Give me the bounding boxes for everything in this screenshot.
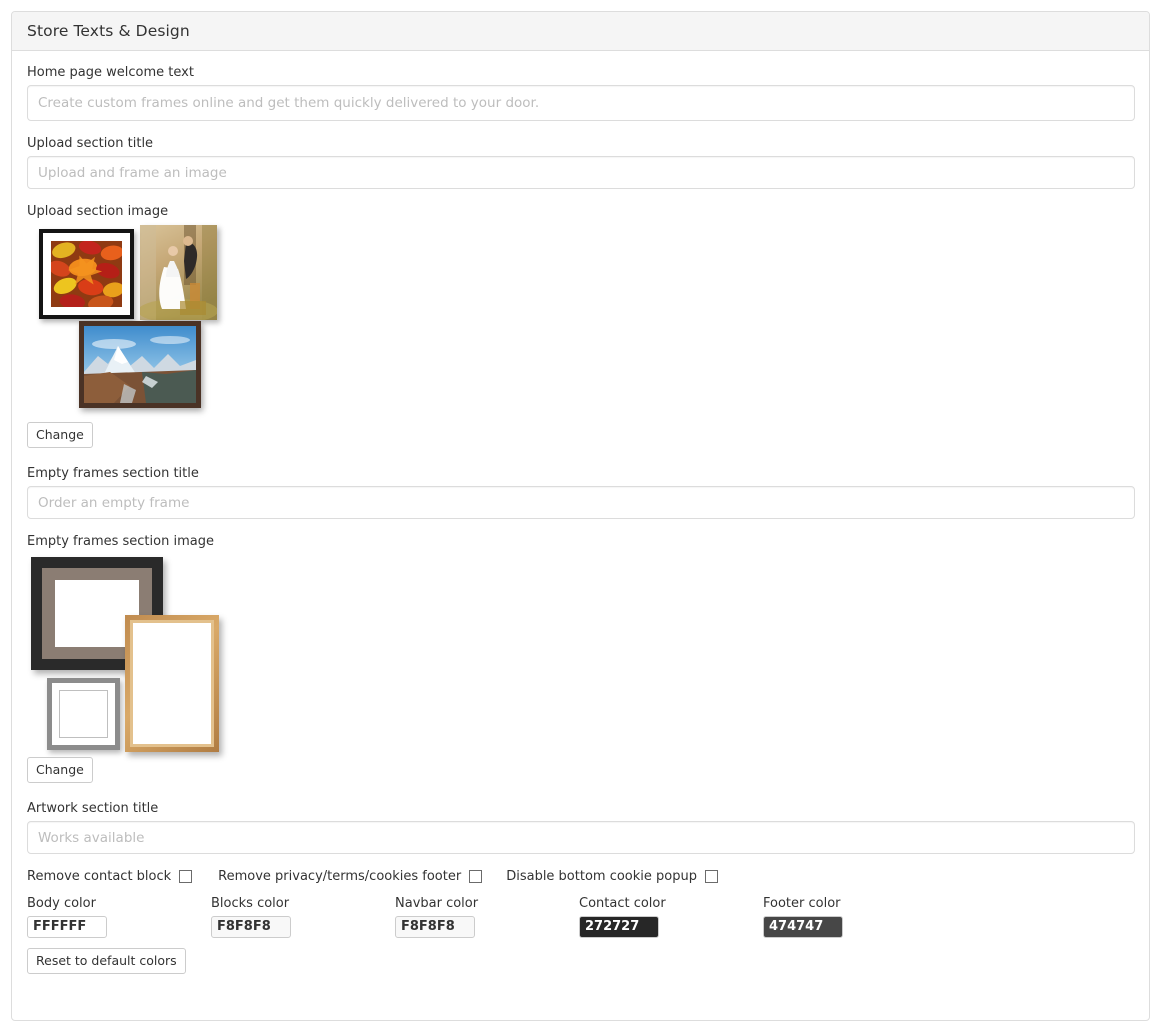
empty-frames-image-preview xyxy=(27,555,257,752)
store-texts-design-panel: Store Texts & Design Home page welcome t… xyxy=(11,11,1150,1021)
wedding-photo-image xyxy=(140,225,217,320)
gold-ornate-frame xyxy=(125,615,219,752)
field-empty-frames-image: Empty frames section image Change xyxy=(27,534,1134,783)
autumn-leaves-image xyxy=(51,241,122,307)
frame-opening xyxy=(59,690,108,738)
navbar-color-label: Navbar color xyxy=(395,896,479,911)
field-blocks-color: Blocks color xyxy=(211,896,395,938)
photo-mat xyxy=(43,233,130,315)
disable-cookie-popup-checkbox[interactable] xyxy=(704,870,718,883)
field-artwork-section-title: Artwork section title xyxy=(27,801,1135,854)
artwork-section-title-input[interactable] xyxy=(27,821,1135,854)
mountain-landscape-image xyxy=(84,326,196,403)
remove-privacy-footer-label: Remove privacy/terms/cookies footer xyxy=(218,869,462,884)
field-upload-section-title: Upload section title xyxy=(27,136,1135,189)
upload-section-title-input[interactable] xyxy=(27,156,1135,189)
upload-section-image-preview xyxy=(27,225,257,415)
disable-cookie-popup-label: Disable bottom cookie popup xyxy=(506,869,697,884)
panel-header: Store Texts & Design xyxy=(12,12,1149,51)
change-upload-image-button[interactable]: Change xyxy=(27,422,93,448)
reset-colors-wrap: Reset to default colors xyxy=(27,947,1134,974)
empty-frames-title-label: Empty frames section title xyxy=(27,466,199,481)
remove-contact-block-label: Remove contact block xyxy=(27,869,172,884)
page-title: Store Texts & Design xyxy=(27,22,190,40)
panel-body: Home page welcome text Upload section ti… xyxy=(12,51,1149,984)
options-checkbox-row: Remove contact block Remove privacy/term… xyxy=(27,869,1134,884)
upload-section-title-label: Upload section title xyxy=(27,136,154,151)
option-disable-cookie-popup: Disable bottom cookie popup xyxy=(506,869,718,884)
remove-contact-block-checkbox[interactable] xyxy=(179,870,193,883)
home-welcome-text-input[interactable] xyxy=(27,85,1135,121)
blocks-color-label: Blocks color xyxy=(211,896,290,911)
reset-to-default-colors-button[interactable]: Reset to default colors xyxy=(27,947,186,974)
field-body-color: Body color xyxy=(27,896,211,938)
field-footer-color: Footer color xyxy=(763,896,947,938)
option-remove-contact-block: Remove contact block xyxy=(27,869,193,884)
empty-frames-image-label: Empty frames section image xyxy=(27,534,214,549)
home-welcome-text-label: Home page welcome text xyxy=(27,65,194,80)
footer-color-input[interactable] xyxy=(763,915,843,938)
remove-privacy-footer-checkbox[interactable] xyxy=(469,870,483,883)
field-contact-color: Contact color xyxy=(579,896,763,938)
field-empty-frames-title: Empty frames section title xyxy=(27,466,1135,519)
wedding-canvas-print xyxy=(140,225,217,320)
color-settings-row: Body color Blocks color Navbar color Con… xyxy=(27,896,1134,938)
field-navbar-color: Navbar color xyxy=(395,896,579,938)
footer-color-label: Footer color xyxy=(763,896,841,911)
navbar-color-input[interactable] xyxy=(395,915,475,938)
white-mat xyxy=(52,683,115,745)
option-remove-privacy-footer: Remove privacy/terms/cookies footer xyxy=(218,869,483,884)
blocks-color-input[interactable] xyxy=(211,915,291,938)
upload-section-image-label: Upload section image xyxy=(27,204,169,219)
mountain-landscape-framed-photo xyxy=(79,321,201,408)
body-color-input[interactable] xyxy=(27,915,107,938)
artwork-section-title-label: Artwork section title xyxy=(27,801,159,816)
field-home-welcome-text: Home page welcome text xyxy=(27,65,1135,121)
field-upload-section-image: Upload section image Change xyxy=(27,204,1134,448)
empty-frames-title-input[interactable] xyxy=(27,486,1135,519)
body-color-label: Body color xyxy=(27,896,96,911)
frame-opening xyxy=(130,620,214,747)
change-empty-frames-image-button[interactable]: Change xyxy=(27,757,93,783)
contact-color-input[interactable] xyxy=(579,915,659,938)
contact-color-label: Contact color xyxy=(579,896,666,911)
autumn-leaves-framed-photo xyxy=(39,229,134,319)
grey-frame-small xyxy=(47,678,120,750)
